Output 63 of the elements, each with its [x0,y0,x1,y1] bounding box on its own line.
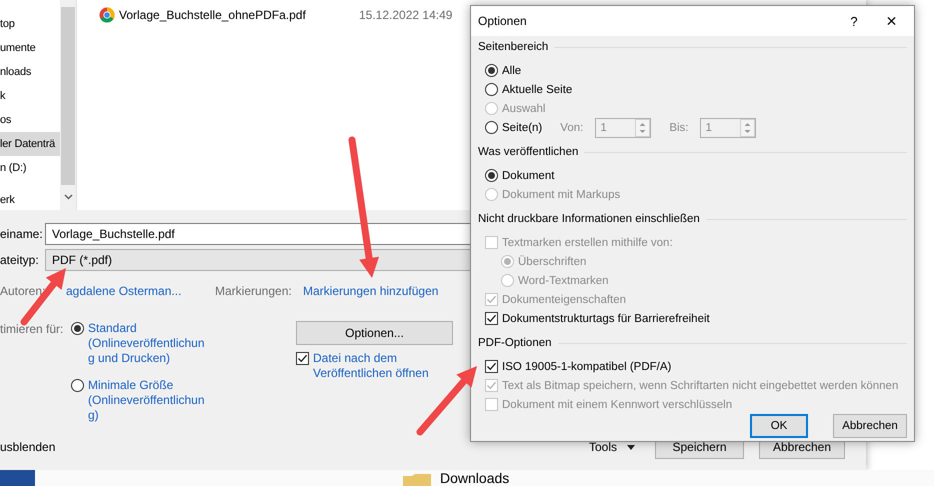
authors-link[interactable]: agdalene Osterman... [66,284,215,298]
option-label: Text als Bitmap speichern, wenn Schriftarten nicht eingebettet werden können [502,380,898,392]
option-label: Dokumenteigenschaften [502,294,626,306]
scrollbar[interactable] [60,0,76,210]
folder-name[interactable]: Downloads [440,470,510,486]
option-label: Überschriften [518,256,586,268]
sidebar-item[interactable]: umente [0,36,60,60]
checkbox[interactable] [296,352,309,365]
open-after-link[interactable]: Datei nach dem Veröffentlichen öffnen [313,351,453,381]
radio-button[interactable] [485,121,498,134]
option-label: ISO 19005-1-kompatibel (PDF/A) [502,360,672,372]
option-label: Dokument mit Markups [502,188,620,200]
optimize-label: timieren für: [0,321,64,338]
authors-label: Autoren: [0,284,46,298]
sidebar-item[interactable]: k [0,84,60,108]
checkbox[interactable] [485,312,498,325]
dialog-button[interactable]: Abbrechen [833,414,907,438]
tags-link[interactable]: Markierungen hinzufügen [303,284,438,298]
options-button[interactable]: Optionen... [296,321,453,345]
checkbox[interactable] [485,360,498,373]
section-title: Was veröffentlichen [478,146,578,158]
file-type-icon [99,7,115,23]
radio-button[interactable] [71,379,84,392]
field-label: ateityp: [0,253,40,267]
help-button[interactable]: ? [839,6,869,36]
dialog-title: Optionen [478,14,528,28]
tools-menu[interactable]: Tools [588,440,617,454]
option-label: Auswahl [502,102,546,114]
option-label: Dokumentstrukturtags für Barrierefreiheit [502,312,710,324]
section-title: PDF-Optionen [478,337,552,349]
hide-folders-link[interactable]: usblenden [0,440,56,454]
field-label: einame: [0,227,44,241]
from-label: Von: [560,122,584,134]
option-label: Dokument [502,170,554,182]
option-label: Seite(n) [502,122,542,134]
to-label: Bis: [669,122,688,134]
close-button[interactable]: × [869,6,914,36]
sidebar-item[interactable]: ler Datenträ [0,132,60,156]
radio-button[interactable] [71,322,84,335]
option-label: Alle [502,64,522,76]
tags-label: Markierungen: [215,284,293,298]
option-label: Word-Textmarken [518,274,609,286]
radio-button[interactable] [485,64,498,77]
taskbar-tile[interactable] [0,470,35,486]
section-title: Nicht druckbare Informationen einschließen [478,213,700,225]
option-link[interactable]: Minimale Größe (Onlineveröffentlichung) [88,378,208,423]
folder-icon [402,474,432,486]
sidebar-item[interactable]: nloads [0,60,60,84]
radio-button[interactable] [485,169,498,182]
option-label: Dokument mit einem Kennwort verschlüsseln [502,398,732,410]
section-title: Seitenbereich [478,41,548,53]
file-date: 15.12.2022 14:49 [359,8,452,22]
radio-button[interactable] [485,83,498,96]
file-name[interactable]: Vorlage_Buchstelle_ohnePDFa.pdf [119,8,355,22]
option-link[interactable]: Standard (Onlineveröffentlichung und Drucken) [88,321,208,366]
sidebar-item[interactable]: top [0,12,60,36]
sidebar-item[interactable]: n (D:) [0,156,60,180]
sidebar-item[interactable]: os [0,108,60,132]
option-label: Aktuelle Seite [502,84,572,96]
dialog-button[interactable]: OK [750,414,808,438]
caret-icon[interactable] [627,444,635,450]
sidebar-item[interactable]: erk [0,188,60,212]
chevron-down-icon[interactable] [64,194,72,200]
